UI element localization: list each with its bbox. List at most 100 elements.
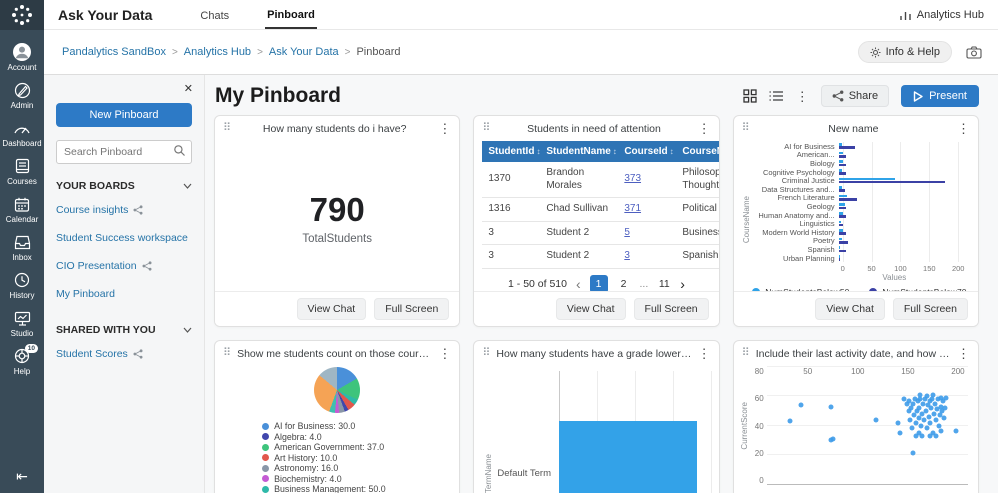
more-options-icon[interactable]: ⋮ [796,90,809,103]
legend-label: Algebra: 4.0 [274,431,322,442]
main-column: Ask Your Data Chats Pinboard Analytics H… [44,0,998,493]
bar-row: Spanish [751,245,968,254]
drag-handle-icon[interactable]: ⠿ [742,348,750,359]
pie-legend-item[interactable]: Art History: 10.0 [262,453,412,464]
close-icon[interactable]: ✕ [184,82,193,95]
drag-handle-icon[interactable]: ⠿ [223,348,231,359]
analytics-hub-link[interactable]: Analytics Hub [899,9,984,21]
data-point [895,420,901,426]
bar-NumStudentsBelow70 [838,163,846,167]
new-pinboard-button[interactable]: New Pinboard [56,103,192,127]
sidebar-item-account[interactable]: Account [0,40,44,76]
breadcrumb-item[interactable]: Pandalytics SandBox [62,46,166,58]
pie-legend-item[interactable]: American Government: 37.0 [262,442,412,453]
bar-group [838,237,964,246]
board-item[interactable]: Student Scores [56,340,192,368]
info-help-button[interactable]: Info & Help [857,41,952,63]
column-header-courseid[interactable]: CourseId ↕ [618,141,677,162]
course-id-link[interactable]: 373 [624,173,641,184]
your-boards-header[interactable]: YOUR BOARDS [56,180,192,192]
drag-handle-icon[interactable]: ⠿ [742,123,750,134]
share-button[interactable]: Share [820,85,890,107]
column-header-studentname[interactable]: StudentName ↕ [540,141,619,162]
page-button-11[interactable]: 11 [657,278,671,290]
view-chat-button[interactable]: View Chat [296,298,367,320]
bar-group [838,142,964,151]
bar-NumStudentsBelow70 [838,172,846,175]
data-point [907,417,913,423]
term-plot: 0200400600800 [559,371,712,493]
full-screen-button[interactable]: Full Screen [892,298,968,320]
sidebar-item-label: Calendar [5,215,39,224]
board-item[interactable]: CIO Presentation [56,252,192,280]
canvas-logo[interactable] [0,0,44,30]
shared-with-you-header[interactable]: SHARED WITH YOU [56,324,192,336]
bar-row: Linguistics [751,219,968,228]
bar-row: Modern World History [751,228,968,237]
card-menu-icon[interactable]: ⋮ [438,347,451,360]
pie-legend-item[interactable]: Algebra: 4.0 [262,432,412,443]
grid-view-icon [743,89,757,103]
list-view-button[interactable] [769,90,784,102]
bar-group [838,219,964,228]
card-menu-icon[interactable]: ⋮ [438,122,451,135]
view-chat-button[interactable]: View Chat [555,298,626,320]
course-id-link[interactable]: 371 [624,203,641,214]
sidebar-item-courses[interactable]: Courses [0,154,44,190]
full-screen-button[interactable]: Full Screen [633,298,709,320]
breadcrumb-item-current: Pinboard [356,46,401,58]
card-menu-icon[interactable]: ⋮ [698,347,711,360]
sidebar-item-studio[interactable]: Studio [0,306,44,342]
column-header-studentid[interactable]: StudentId ↕ [482,141,540,162]
present-button[interactable]: Present [901,85,979,107]
search-pinboard-input[interactable] [56,140,192,164]
data-point [917,392,923,398]
tab-pinboard[interactable]: Pinboard [265,1,317,29]
page-button-2[interactable]: 2 [617,278,631,290]
sidebar-item-calendar[interactable]: Calendar [0,192,44,228]
x-axis-title: Values [882,273,907,283]
breadcrumb-item[interactable]: Ask Your Data [269,46,339,58]
view-chat-button[interactable]: View Chat [815,298,885,320]
tab-chats[interactable]: Chats [198,2,231,28]
drag-handle-icon[interactable]: ⠿ [223,123,231,134]
drag-handle-icon[interactable]: ⠿ [482,348,490,359]
card-menu-icon[interactable]: ⋮ [957,122,970,135]
column-header-coursename[interactable]: CourseName↕ [676,141,719,162]
y-axis-label: CurrentScore [739,402,749,450]
screenshot-button[interactable] [966,45,982,59]
breadcrumb: Pandalytics SandBox > Analytics Hub > As… [62,46,401,58]
card-menu-icon[interactable]: ⋮ [698,122,711,135]
page-button-1[interactable]: 1 [589,274,608,293]
board-item-label: Course insights [56,204,129,216]
cell-studentid: 1316 [482,197,541,222]
category-label: Urban Planning [782,253,835,263]
sidebar-item-help[interactable]: Help 10 [0,344,44,380]
pie-legend-item[interactable]: Astronomy: 16.0 [262,463,412,474]
drag-handle-icon[interactable]: ⠿ [482,123,490,134]
cell-studentname: Brandon Morales [540,162,619,198]
sidebar-item-inbox[interactable]: Inbox [0,230,44,266]
pie-legend-item[interactable]: AI for Business: 30.0 [262,421,412,432]
course-id-link[interactable]: 3 [624,250,630,261]
breadcrumb-item[interactable]: Analytics Hub [184,46,251,58]
sidebar-item-label: Account [7,63,37,72]
pie-legend-item[interactable]: Biochemistry: 4.0 [262,474,412,485]
category-label: Default Term [497,468,552,479]
next-page-icon[interactable]: › [680,277,685,291]
sidebar-item-dashboard[interactable]: Dashboard [0,116,44,152]
grid-view-button[interactable] [743,89,757,103]
board-item[interactable]: My Pinboard [56,280,192,308]
legend-dot [262,454,270,462]
breadcrumb-row: Pandalytics SandBox > Analytics Hub > As… [44,30,998,75]
sidebar-collapse-button[interactable]: ⇤ [0,468,44,485]
full-screen-button[interactable]: Full Screen [374,298,450,320]
board-item[interactable]: Course insights [56,196,192,224]
sidebar-item-admin[interactable]: Admin [0,78,44,114]
sidebar-item-history[interactable]: History [0,268,44,304]
course-id-link[interactable]: 5 [624,227,630,238]
card-menu-icon[interactable]: ⋮ [957,347,970,360]
previous-page-icon[interactable]: ‹ [576,277,581,291]
pie-legend-item[interactable]: Business Management: 50.0 [262,484,412,493]
board-item[interactable]: Student Success workspace [56,224,192,252]
